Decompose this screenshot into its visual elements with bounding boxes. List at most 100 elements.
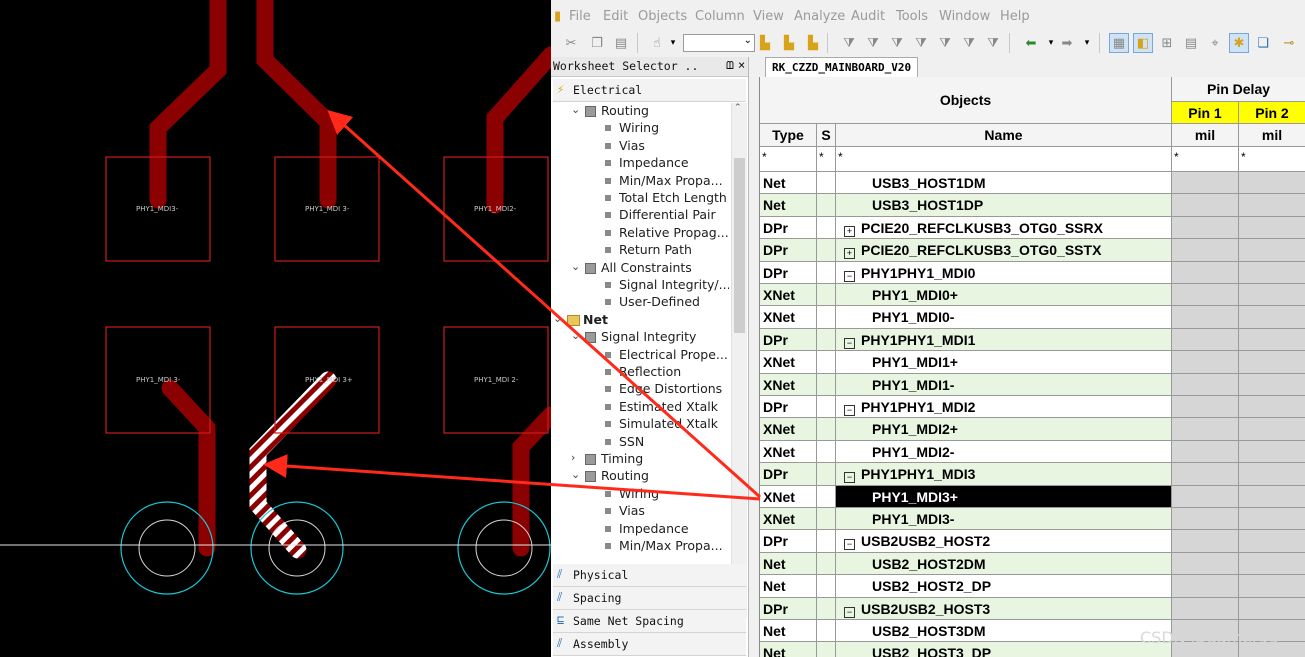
table-cell-name[interactable]: − PHY1PHY1_MDI3 [836,463,1172,486]
column-s[interactable]: S [817,124,836,147]
back-arrow-icon[interactable]: ⬅ [1021,33,1041,53]
object-filter-combo[interactable]: ⌄ [683,34,755,52]
paste-icon[interactable]: ▤ [611,33,631,53]
table-cell-type[interactable]: Net [760,642,817,657]
filter-icon[interactable]: ⧩ [839,33,859,53]
table-cell-pin2[interactable] [1239,597,1305,620]
filter-s[interactable]: * [817,147,836,172]
filter-pin1[interactable]: * [1172,147,1239,172]
table-cell-name[interactable]: − PHY1PHY1_MDI2 [836,396,1172,419]
table-cell-name[interactable]: + PCIE20_REFCLKUSB3_OTG0_SSTX [836,239,1172,262]
table-cell-pin1[interactable] [1172,261,1239,284]
tree-item[interactable]: Min/Max Propa... [553,538,729,555]
tree-item[interactable]: ⌄ Routing [553,468,729,485]
menu-analyze[interactable]: Analyze [794,9,845,24]
table-cell-name[interactable]: PHY1_MDI3+ [836,485,1172,508]
bookmark-prev-icon[interactable]: ▙ [803,33,823,53]
collapse-icon[interactable]: − [844,405,855,416]
table-cell-pin1[interactable] [1172,284,1239,307]
table-cell-type[interactable]: DPr [760,597,817,620]
table-cell-pin2[interactable] [1239,552,1305,576]
chevron-right-icon[interactable]: › [571,451,575,464]
table-cell-name[interactable]: − USB2USB2_HOST2 [836,530,1172,553]
menu-column[interactable]: Column [695,9,745,24]
collapse-icon[interactable]: − [844,539,855,551]
table-cell-s[interactable] [817,351,836,374]
table-cell-pin2[interactable] [1239,306,1305,329]
menu-audit[interactable]: Audit [851,9,885,24]
table-cell-pin2[interactable] [1239,418,1305,441]
chevron-down-icon[interactable]: ⌄ [571,103,580,116]
table-cell-name[interactable]: − USB2USB2_HOST3 [836,597,1172,620]
table-cell-type[interactable]: Net [760,552,817,576]
tree-item[interactable]: ⌄ Routing [553,103,729,120]
table-cell-pin2[interactable] [1239,440,1305,464]
table-cell-pin2[interactable] [1239,351,1305,374]
table-cell-type[interactable]: XNet [760,418,817,441]
more-icon[interactable]: ⊸ [1279,33,1299,53]
category-same-net-spacing[interactable]: ⊑ Same Net Spacing [553,610,746,633]
wizard-icon[interactable]: ✱ [1229,33,1249,53]
table-cell-pin1[interactable] [1172,306,1239,329]
expand-icon[interactable]: + [844,225,855,237]
tree-item[interactable]: Reflection [553,364,729,381]
filter-type[interactable]: * [760,147,817,172]
table-cell-pin1[interactable] [1172,440,1239,464]
table-cell-s[interactable] [817,306,836,329]
tree-item[interactable]: Relative Propag... [553,225,729,242]
column-name[interactable]: Name [836,124,1172,147]
table-cell-pin2[interactable] [1239,284,1305,307]
table-cell-type[interactable]: XNet [760,485,817,508]
tree-item[interactable]: Wiring [553,120,729,137]
table-cell-pin1[interactable] [1172,373,1239,396]
table-cell-s[interactable] [817,284,836,307]
menu-help[interactable]: Help [1000,9,1030,24]
table-cell-pin1[interactable] [1172,597,1239,620]
table-cell-pin2[interactable] [1239,172,1305,195]
tree-item[interactable]: Return Path [553,242,729,259]
table-cell-type[interactable]: Net [760,194,817,217]
menu-view[interactable]: View [753,9,784,24]
tree-item[interactable]: User-Defined [553,294,729,311]
table-cell-type[interactable]: DPr [760,328,817,352]
table-cell-pin1[interactable] [1172,508,1239,531]
expand-icon[interactable]: + [844,248,855,260]
table-cell-pin2[interactable] [1239,216,1305,240]
table-cell-type[interactable]: DPr [760,261,817,284]
table-cell-name[interactable]: PHY1_MDI2- [836,440,1172,464]
tree-item[interactable]: ⌄ Net [553,312,729,329]
menu-tools[interactable]: Tools [896,9,928,24]
tree-item[interactable]: Signal Integrity/... [553,277,729,294]
chevron-down-icon[interactable]: ⌄ [553,312,562,325]
tree-item[interactable]: ⌄ All Constraints [553,260,729,277]
tab-worksheet[interactable]: RK_CZZD_MAINBOARD_V20 [765,57,919,77]
table-cell-name[interactable]: PHY1_MDI2+ [836,418,1172,441]
table-cell-pin1[interactable] [1172,575,1239,598]
table-cell-name[interactable]: USB2_HOST3DM [836,620,1172,643]
table-cell-name[interactable]: USB3_HOST1DM [836,172,1172,195]
menu-objects[interactable]: Objects [638,9,687,24]
filter-icon[interactable]: ⧩ [959,33,979,53]
table-cell-type[interactable]: XNet [760,373,817,396]
forward-arrow-icon[interactable]: ➡ [1057,33,1077,53]
table-cell-pin1[interactable] [1172,194,1239,217]
highlighted-net-trace[interactable] [249,371,337,559]
chevron-down-icon[interactable]: ▾ [1077,33,1097,53]
table-cell-pin2[interactable] [1239,485,1305,508]
table-cell-pin2[interactable] [1239,239,1305,262]
tree-item[interactable]: Differential Pair [553,207,729,224]
table-cell-type[interactable]: XNet [760,306,817,329]
table-cell-pin1[interactable] [1172,463,1239,486]
tree-item[interactable]: › Timing [553,451,729,468]
collapse-icon[interactable]: − [844,337,855,349]
table-cell-s[interactable] [817,373,836,396]
table-cell-name[interactable]: USB3_HOST1DP [836,194,1172,217]
table-cell-pin2[interactable] [1239,328,1305,352]
analyze-icon[interactable]: ⌖ [1205,33,1225,53]
tree-item[interactable]: Total Etch Length [553,190,729,207]
constraint-icon[interactable]: ◧ [1133,33,1153,53]
table-cell-name[interactable]: USB2_HOST2DM [836,552,1172,576]
table-cell-s[interactable] [817,530,836,553]
collapse-icon[interactable]: − [844,606,855,618]
table-cell-name[interactable]: PHY1_MDI1- [836,373,1172,396]
